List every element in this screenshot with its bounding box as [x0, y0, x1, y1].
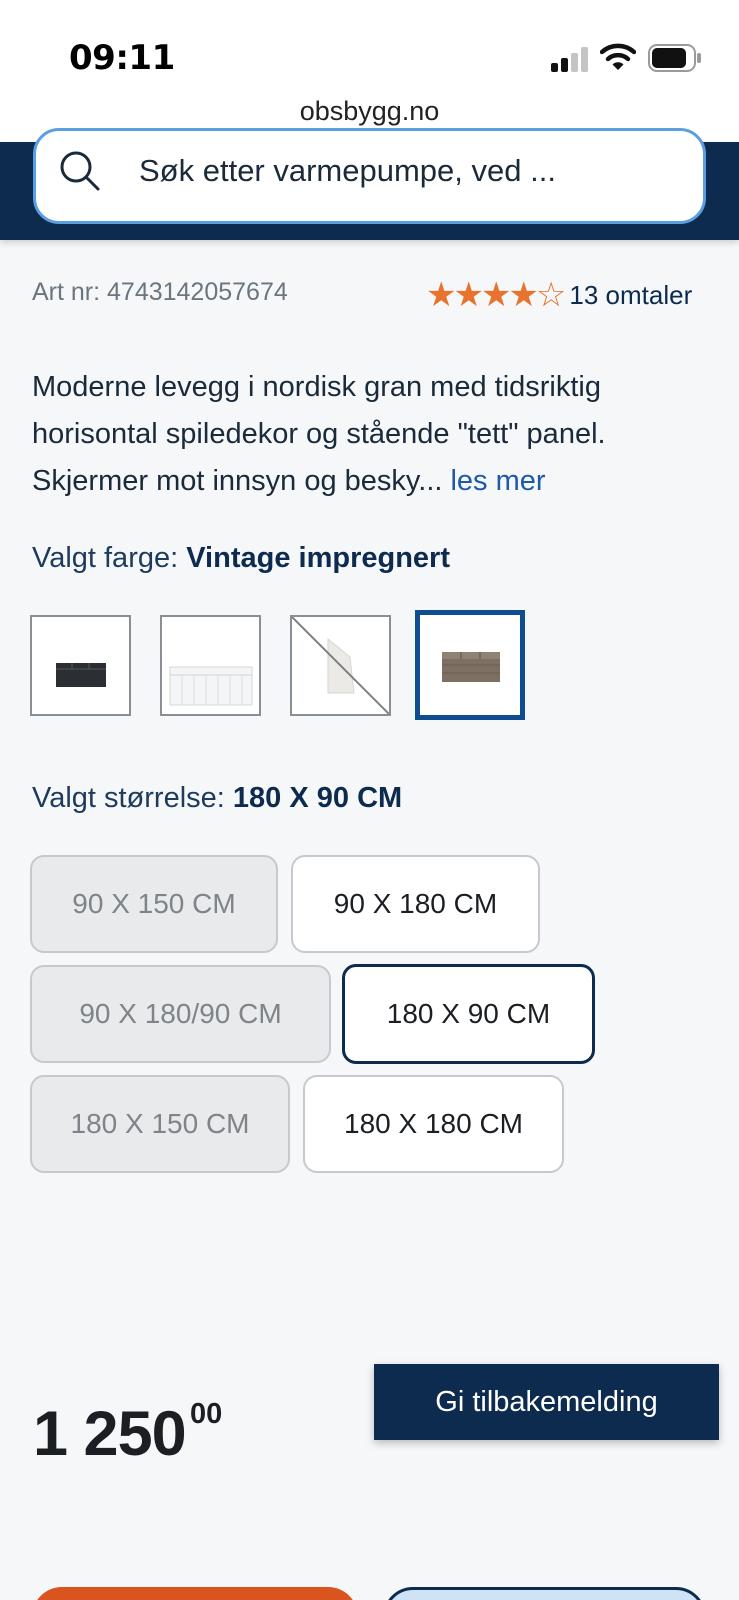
size-option-90x180[interactable]: 90 X 180 CM — [291, 855, 540, 953]
secondary-action-button[interactable] — [383, 1587, 706, 1600]
color-swatch-white[interactable] — [160, 615, 261, 716]
address-bar-url[interactable]: obsbygg.no — [0, 96, 739, 127]
selected-size-value: 180 X 90 CM — [232, 782, 403, 814]
wifi-icon — [600, 43, 636, 70]
product-rating[interactable]: ★★★★☆ 13 omtaler — [426, 278, 692, 312]
cellular-signal-icon — [551, 46, 589, 72]
product-description: Moderne levegg i nordisk gran med tidsri… — [32, 364, 722, 505]
size-option-180x150[interactable]: 180 X 150 CM — [30, 1075, 290, 1173]
search-icon — [60, 151, 100, 191]
battery-icon — [648, 44, 701, 72]
size-option-90x150[interactable]: 90 X 150 CM — [30, 855, 278, 953]
reviews-link[interactable]: 13 omtaler — [569, 280, 692, 311]
color-swatch-black[interactable] — [30, 615, 131, 716]
price-whole: 1 250 — [33, 1399, 187, 1469]
color-label-prefix: Valgt farge: — [32, 542, 179, 574]
color-swatch-vintage[interactable] — [415, 610, 525, 720]
selected-size-label: Valgt størrelse: 180 X 90 CM — [32, 782, 402, 815]
status-time: 09:11 — [69, 38, 175, 78]
search-placeholder: Søk etter varmepumpe, ved ... — [139, 153, 556, 188]
size-label-prefix: Valgt størrelse: — [32, 782, 225, 814]
feedback-button[interactable]: Gi tilbakemelding — [374, 1364, 719, 1440]
fence-unavailable-thumbnail — [291, 616, 390, 715]
search-input[interactable]: Søk etter varmepumpe, ved ... — [33, 128, 706, 224]
rating-stars-icon: ★★★★☆ — [426, 275, 566, 315]
size-option-90x180-90[interactable]: 90 X 180/90 CM — [30, 965, 331, 1063]
color-swatch-unavailable[interactable] — [290, 615, 391, 716]
article-number: Art nr: 4743142057674 — [32, 278, 288, 306]
fence-vintage-thumbnail — [442, 652, 500, 682]
size-option-180x90[interactable]: 180 X 90 CM — [342, 964, 595, 1064]
selected-color-label: Valgt farge: Vintage impregnert — [32, 542, 450, 575]
fence-black-thumbnail — [56, 663, 106, 687]
add-to-cart-button[interactable] — [32, 1587, 358, 1600]
fence-white-thumbnail — [169, 666, 253, 706]
status-bar: 09:11 obsbygg.no — [0, 0, 739, 142]
size-option-180x180[interactable]: 180 X 180 CM — [303, 1075, 564, 1173]
price-cents: 00 — [190, 1398, 223, 1430]
read-more-link[interactable]: les mer — [450, 465, 545, 497]
selected-color-value: Vintage impregnert — [186, 542, 450, 574]
